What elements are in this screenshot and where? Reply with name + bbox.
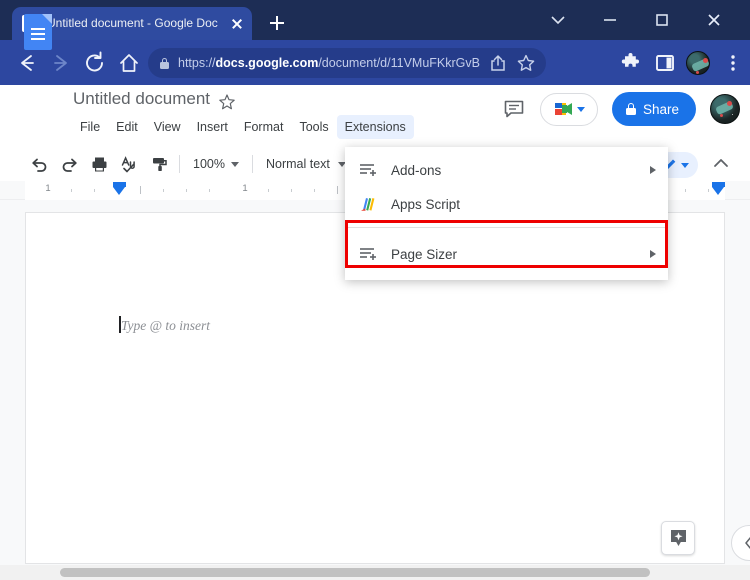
home-icon[interactable] — [116, 50, 142, 76]
forward-arrow-icon[interactable] — [48, 50, 74, 76]
right-indent-marker[interactable] — [712, 182, 725, 196]
menu-item-page-sizer[interactable]: Page Sizer — [345, 234, 668, 274]
scrollbar-thumb[interactable] — [60, 568, 650, 577]
tab-title: Untitled document - Google Doc — [47, 16, 218, 30]
share-box-icon[interactable] — [488, 53, 508, 73]
left-indent-marker[interactable] — [113, 182, 126, 196]
menu-file[interactable]: File — [72, 115, 108, 139]
extensions-dropdown-menu[interactable]: Add-ons Apps Script Page Sizer — [345, 147, 668, 280]
print-icon[interactable] — [86, 151, 112, 177]
chrome-profile-avatar[interactable] — [686, 51, 710, 75]
zoom-value: 100% — [193, 157, 225, 171]
user-avatar[interactable] — [710, 94, 740, 124]
chevron-down-icon — [230, 161, 239, 167]
insert-placeholder: Type @ to insert — [121, 318, 211, 333]
tab-search-button[interactable] — [538, 5, 578, 35]
reload-icon[interactable] — [82, 50, 108, 76]
redo-icon[interactable] — [56, 151, 82, 177]
menu-tools[interactable]: Tools — [291, 115, 336, 139]
menu-separator — [345, 227, 668, 228]
share-button[interactable]: Share — [611, 92, 696, 126]
menu-item-label: Add-ons — [391, 162, 442, 178]
explore-sparkle-button[interactable] — [661, 521, 695, 555]
side-panel-icon[interactable] — [654, 52, 676, 74]
lock-icon — [625, 103, 636, 115]
url-input[interactable]: https://docs.google.com/document/d/11VMu… — [148, 48, 546, 78]
maximize-button[interactable] — [642, 5, 682, 35]
close-window-button[interactable] — [694, 5, 734, 35]
menu-item-label: Page Sizer — [391, 246, 458, 262]
paint-format-icon[interactable] — [146, 151, 172, 177]
star-icon[interactable] — [218, 93, 236, 111]
spellcheck-icon[interactable] — [116, 151, 142, 177]
menu-extensions[interactable]: Extensions — [336, 115, 414, 139]
google-meet-button[interactable] — [539, 92, 598, 126]
minimize-button[interactable] — [590, 5, 630, 35]
bookmark-star-icon[interactable] — [516, 53, 536, 73]
horizontal-scrollbar[interactable] — [0, 565, 750, 580]
browser-window: Untitled document - Google Doc https://d… — [0, 0, 750, 580]
addon-list-icon — [359, 162, 377, 178]
apps-script-icon — [359, 195, 377, 213]
chevron-down-icon[interactable] — [577, 106, 586, 112]
new-tab-button[interactable] — [264, 10, 290, 36]
collapse-sidebar-button[interactable] — [731, 525, 750, 561]
menu-item-apps-script[interactable]: Apps Script — [345, 187, 668, 221]
zoom-selector[interactable]: 100% — [187, 154, 245, 174]
chevron-down-icon[interactable] — [680, 162, 689, 168]
menu-item-label: Apps Script — [391, 196, 461, 212]
document-title[interactable]: Untitled document — [73, 89, 210, 109]
title-bar: Untitled document - Google Doc — [0, 0, 750, 40]
secure-lock-icon — [160, 57, 169, 69]
undo-icon[interactable] — [26, 151, 52, 177]
collapse-chevron-up-icon[interactable] — [710, 152, 736, 178]
chrome-menu-kebab-icon[interactable] — [722, 52, 744, 74]
text-style-value: Normal text — [265, 157, 330, 171]
addon-list-icon — [359, 246, 377, 262]
submenu-arrow-icon — [650, 166, 656, 174]
menu-insert[interactable]: Insert — [189, 115, 236, 139]
extensions-puzzle-icon[interactable] — [620, 52, 642, 74]
menu-format[interactable]: Format — [236, 115, 292, 139]
ruler-number: 1 — [242, 183, 248, 194]
docs-menu-bar: File Edit View Insert Format Tools Exten… — [72, 115, 414, 139]
docs-header-actions: Share — [502, 92, 740, 126]
share-button-label: Share — [642, 101, 679, 117]
menu-item-add-ons[interactable]: Add-ons — [345, 153, 668, 187]
google-meet-camera-icon — [552, 101, 574, 117]
back-arrow-icon[interactable] — [14, 50, 40, 76]
comment-history-icon[interactable] — [502, 97, 526, 121]
google-docs-logo[interactable] — [22, 12, 56, 52]
url-text: https://docs.google.com/document/d/11VMu… — [178, 56, 480, 70]
menu-view[interactable]: View — [146, 115, 189, 139]
ruler-number: 1 — [45, 183, 51, 194]
text-style-selector[interactable]: Normal text — [260, 154, 352, 174]
menu-edit[interactable]: Edit — [108, 115, 146, 139]
submenu-arrow-icon — [650, 250, 656, 258]
close-icon[interactable] — [228, 15, 246, 33]
